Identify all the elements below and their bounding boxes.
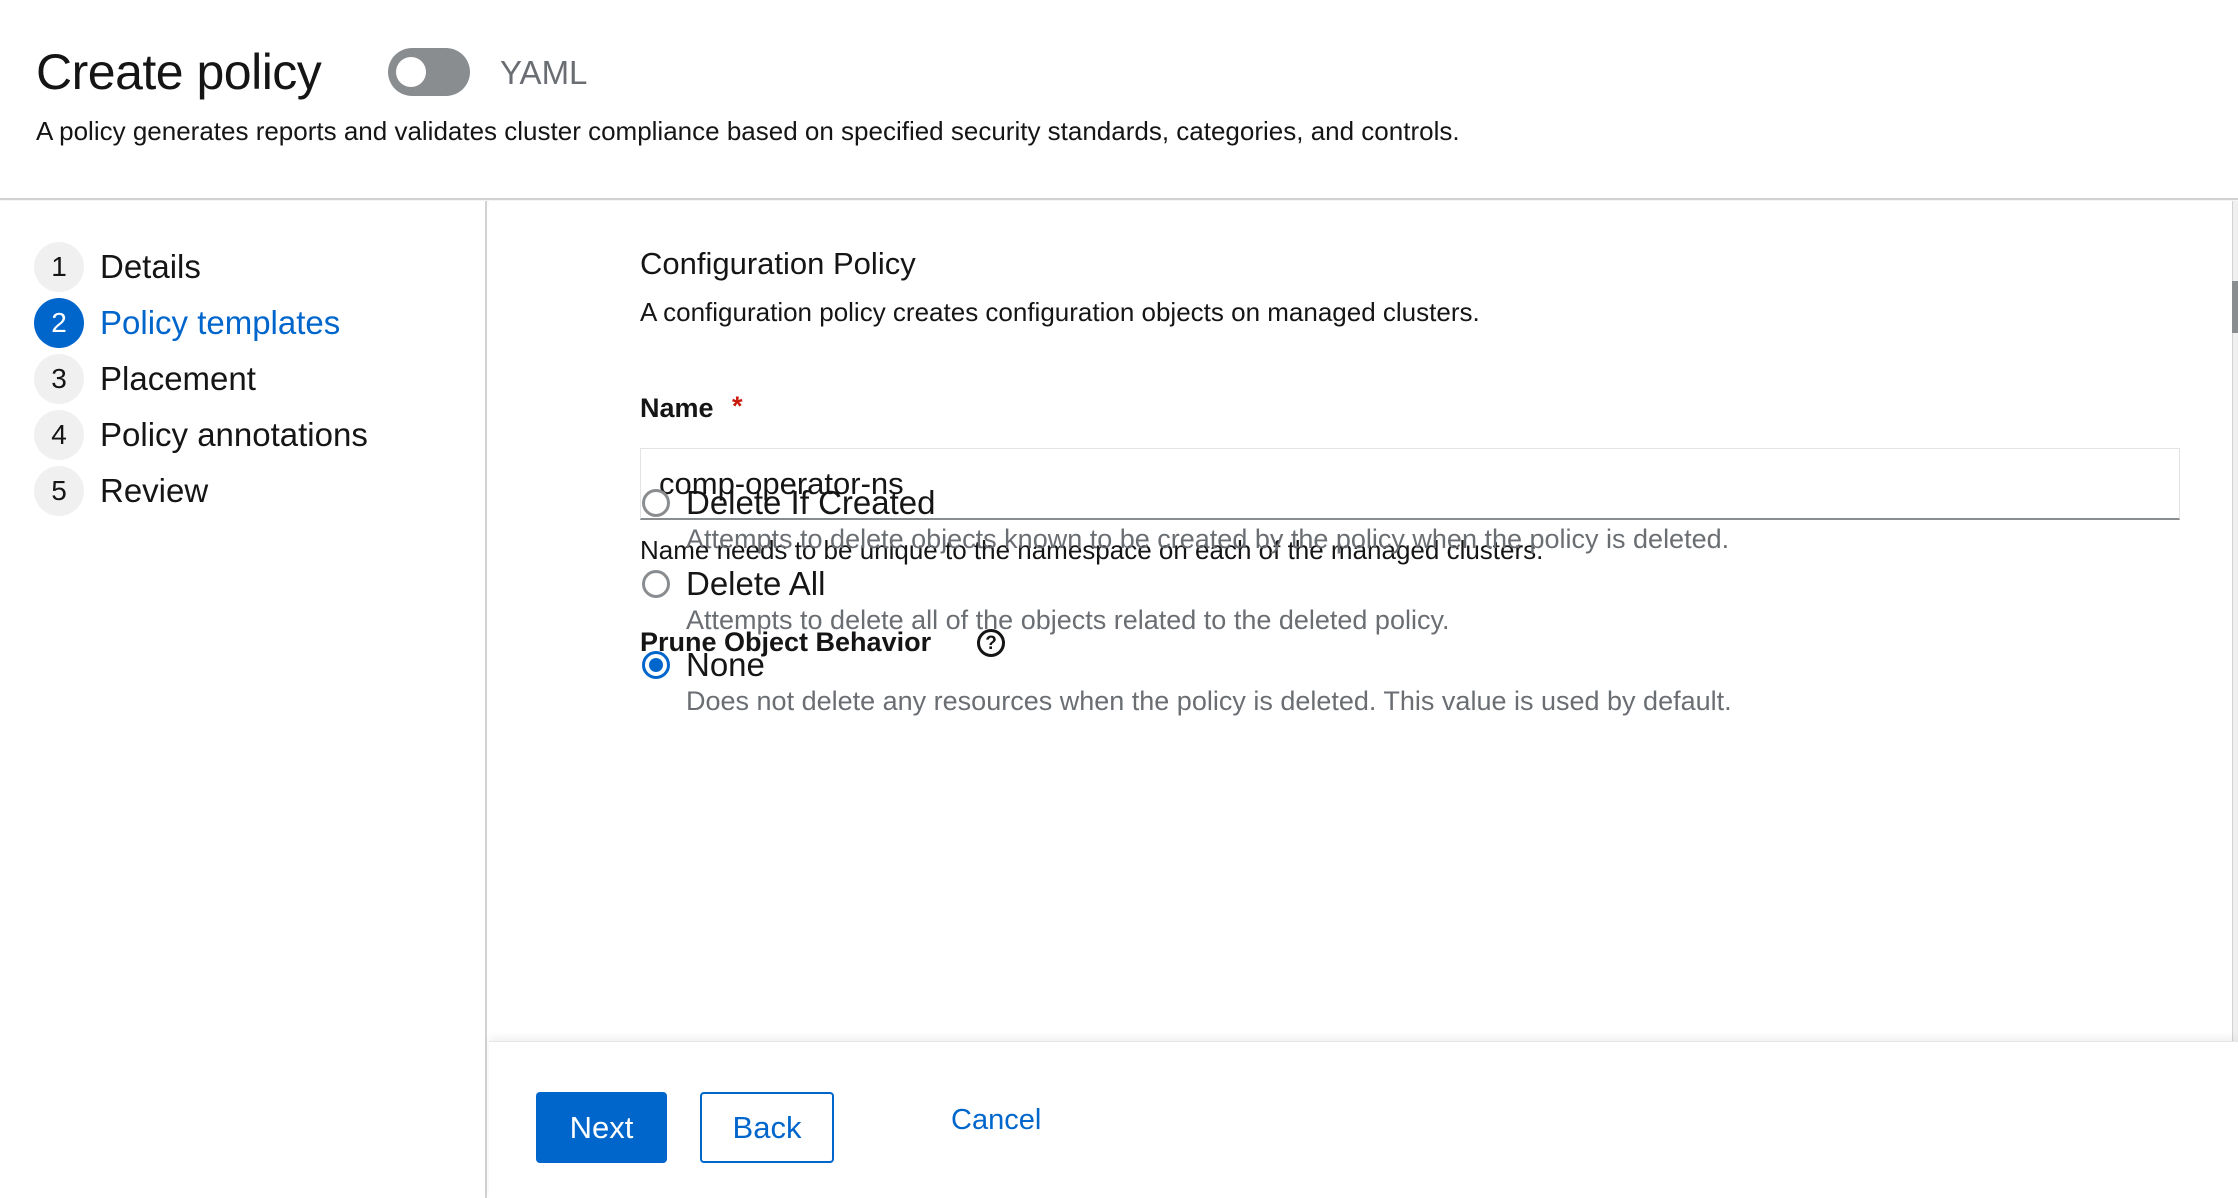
radio-label-delete-all[interactable]: Delete All [686,564,825,604]
next-button[interactable]: Next [536,1092,667,1163]
required-indicator: * [732,391,743,421]
section-title: Configuration Policy [640,246,916,281]
page-title: Create policy [36,44,322,100]
wizard-step-placement[interactable]: 3 Placement [34,353,474,405]
step-label: Placement [100,360,256,397]
step-number: 2 [34,298,84,348]
back-button[interactable]: Back [700,1092,834,1163]
yaml-toggle-knob [396,57,426,87]
name-field-label: Name [640,393,714,423]
wizard-step-policy-annotations[interactable]: 4 Policy annotations [34,409,474,461]
radio-delete-all[interactable] [642,570,670,598]
radio-label-delete-if-created[interactable]: Delete If Created [686,483,935,523]
step-number: 5 [34,466,84,516]
radio-description: Does not delete any resources when the p… [686,686,1732,716]
radio-label-none[interactable]: None [686,645,765,685]
page-description: A policy generates reports and validates… [36,116,1460,146]
step-label: Details [100,248,201,285]
wizard-nav: 1 Details 2 Policy templates 3 Placement… [0,201,487,1198]
section-description: A configuration policy creates configura… [640,297,1480,327]
wizard-footer: Next Back Cancel [489,1041,2238,1198]
page-header: Create policy YAML A policy generates re… [0,0,2238,200]
step-number: 1 [34,242,84,292]
radio-delete-if-created[interactable] [642,489,670,517]
step-label: Policy templates [100,304,341,341]
cancel-button[interactable]: Cancel [951,1104,1041,1137]
yaml-toggle-label: YAML [500,54,588,91]
step-number: 4 [34,410,84,460]
radio-none[interactable] [642,651,670,679]
step-label: Policy annotations [100,416,368,453]
yaml-toggle[interactable] [388,48,470,96]
wizard-step-policy-templates[interactable]: 2 Policy templates [34,297,474,349]
radio-description: Attempts to delete all of the objects re… [686,605,1450,635]
step-number: 3 [34,354,84,404]
radio-description: Attempts to delete objects known to be c… [686,524,1730,554]
wizard-step-details[interactable]: 1 Details [34,241,474,293]
step-label: Review [100,472,209,509]
main-content: Configuration Policy A configuration pol… [489,201,2238,1041]
scrollbar-thumb[interactable] [2232,281,2238,333]
wizard-step-review[interactable]: 5 Review [34,465,474,517]
